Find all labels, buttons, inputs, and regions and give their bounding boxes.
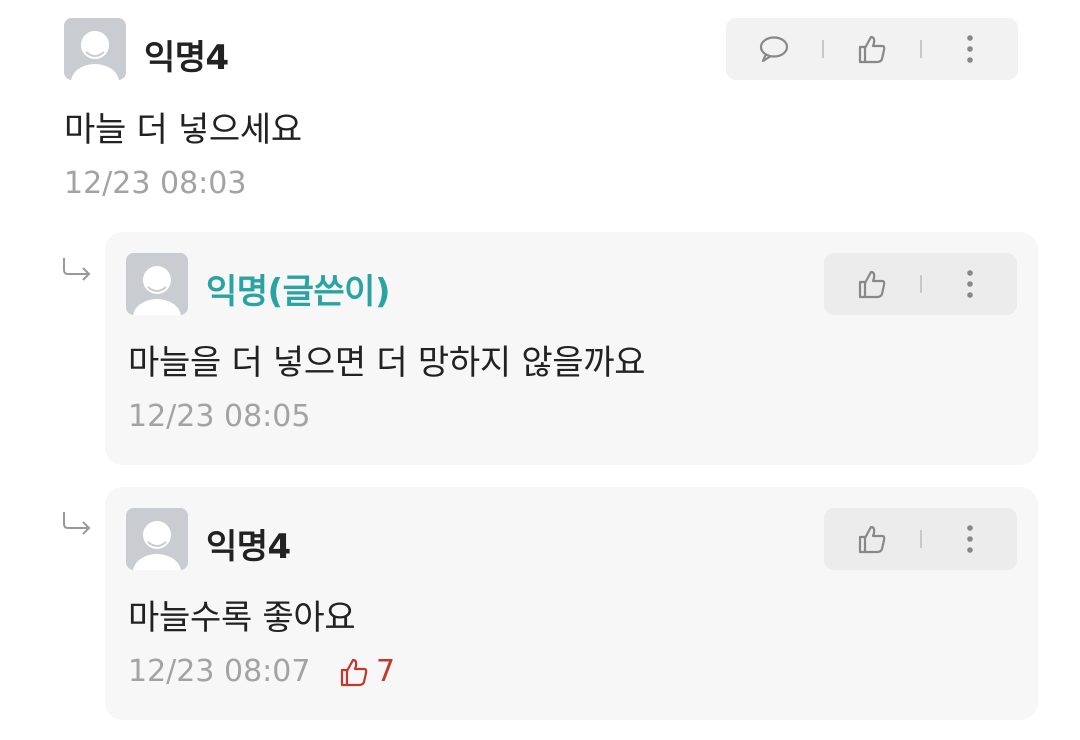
reply-action-bar xyxy=(824,508,1017,570)
comment-icon xyxy=(759,36,789,63)
reply-text: 마늘수록 좋아요 xyxy=(128,598,356,638)
reply-card: 익명(글쓴이) 마늘을 더 넣으면 더 망하지 않을까요 12/23 08:05 xyxy=(105,232,1038,465)
more-button[interactable] xyxy=(922,253,1017,315)
more-icon xyxy=(966,525,973,553)
reply-author[interactable]: 익명4 xyxy=(206,519,291,568)
like-button[interactable] xyxy=(824,508,920,570)
reply-arrow-icon xyxy=(63,258,91,281)
reply-arrow-icon xyxy=(63,512,91,535)
default-avatar-icon xyxy=(126,253,188,315)
thumbs-up-icon xyxy=(858,35,886,64)
avatar[interactable] xyxy=(64,18,126,80)
default-avatar-icon xyxy=(64,18,126,80)
more-icon xyxy=(966,270,973,298)
reply-button[interactable] xyxy=(726,18,822,80)
thumbs-up-icon xyxy=(858,270,886,299)
more-button[interactable] xyxy=(922,18,1018,80)
comment-action-bar xyxy=(726,18,1018,80)
like-button[interactable] xyxy=(824,253,920,315)
avatar[interactable] xyxy=(126,508,188,570)
like-count: 7 xyxy=(338,654,395,689)
comment-time: 12/23 08:03 xyxy=(64,166,247,201)
reply-time: 12/23 08:07 xyxy=(128,654,311,689)
comment-author[interactable]: 익명4 xyxy=(144,30,229,79)
avatar[interactable] xyxy=(126,253,188,315)
thumbs-up-icon xyxy=(340,658,368,686)
like-count-value: 7 xyxy=(376,654,396,689)
reply-card: 익명4 마늘수록 좋아요 12/23 08:07 7 xyxy=(105,487,1038,720)
more-button[interactable] xyxy=(922,508,1017,570)
comment-text: 마늘 더 넣으세요 xyxy=(64,110,302,150)
reply-time: 12/23 08:05 xyxy=(128,399,311,434)
more-icon xyxy=(967,35,973,63)
reply-author-op[interactable]: 익명(글쓴이) xyxy=(206,264,390,313)
thumbs-up-icon xyxy=(858,525,886,554)
like-button[interactable] xyxy=(824,18,920,80)
default-avatar-icon xyxy=(126,508,188,570)
reply-action-bar xyxy=(824,253,1017,315)
comment: 익명4 마늘 더 넣으세요 12/23 08:03 xyxy=(64,18,1018,208)
reply-text: 마늘을 더 넣으면 더 망하지 않을까요 xyxy=(128,343,646,383)
